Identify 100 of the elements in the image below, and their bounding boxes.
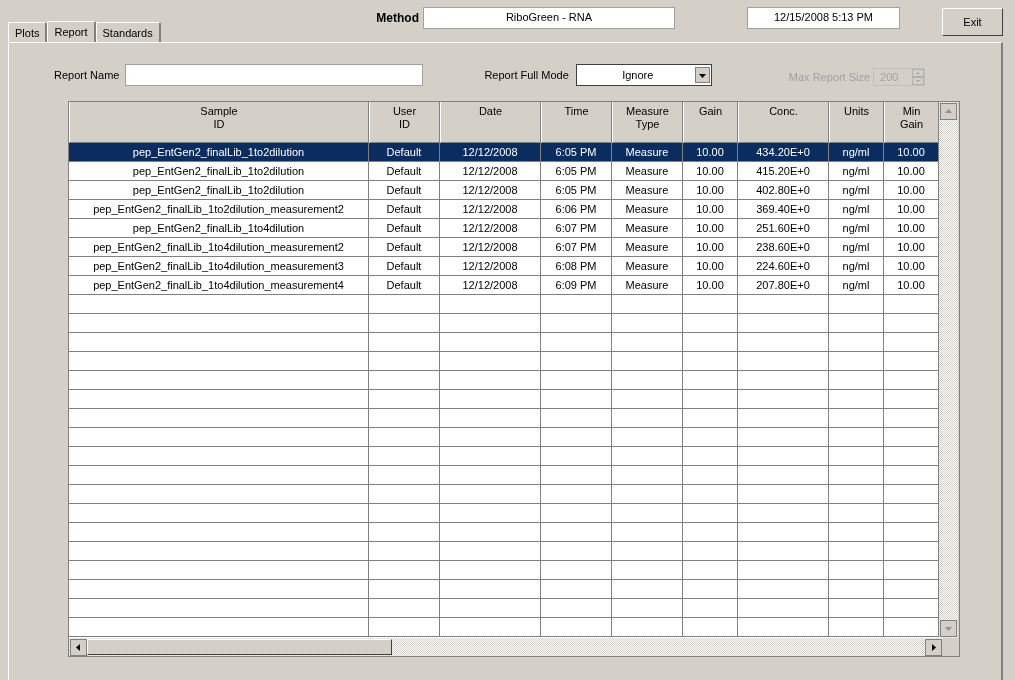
column-header[interactable]: Units [829,102,884,143]
empty-table-cell [829,447,884,466]
table-cell: pep_EntGen2_finalLib_1to2dilution_measurement2 [69,200,369,219]
empty-table-cell [369,504,440,523]
empty-table-cell [369,599,440,618]
empty-table-cell [829,352,884,371]
empty-table-cell [612,561,683,580]
table-cell: 6:07 PM [541,238,612,257]
column-header[interactable]: Measure Type [612,102,683,143]
scroll-up-icon[interactable] [940,103,957,120]
empty-table-cell [369,485,440,504]
empty-table-cell [612,580,683,599]
table-cell: 251.60E+0 [738,219,829,238]
table-row[interactable]: pep_EntGen2_finalLib_1to4dilution Default 12/12/2008 6:07 PM Measure 10.00 251.60E+0 ng/ml 10.00 [69,219,939,238]
table-cell: 224.60E+0 [738,257,829,276]
empty-table-cell [683,390,738,409]
empty-table-cell [541,314,612,333]
empty-table-cell [612,523,683,542]
table-cell: pep_EntGen2_finalLib_1to2dilution [69,143,369,162]
tab[interactable]: Plots [8,22,48,42]
empty-table-cell [541,333,612,352]
table-cell: 6:05 PM [541,181,612,200]
empty-table-cell [369,333,440,352]
empty-table-cell [683,314,738,333]
empty-table-cell [683,599,738,618]
table-cell: 12/12/2008 [440,162,541,181]
column-header[interactable]: Date [440,102,541,143]
table-row[interactable]: pep_EntGen2_finalLib_1to2dilution Default 12/12/2008 6:05 PM Measure 10.00 434.20E+0 ng/ml 10.00 [69,143,939,162]
table-cell: ng/ml [829,219,884,238]
column-header[interactable]: Time [541,102,612,143]
table-cell: Measure [612,257,683,276]
empty-table-cell [612,542,683,561]
empty-table-cell [829,580,884,599]
empty-table-cell [829,295,884,314]
table-row[interactable]: pep_EntGen2_finalLib_1to2dilution Default 12/12/2008 6:05 PM Measure 10.00 402.80E+0 ng/ml 10.00 [69,181,939,200]
scroll-thumb[interactable] [87,639,392,655]
table-cell: Default [369,257,440,276]
empty-table-cell [541,523,612,542]
report-full-mode-dropdown[interactable]: Ignore [575,64,712,86]
table-cell: 10.00 [683,238,738,257]
empty-table-cell [541,390,612,409]
empty-table-cell [541,371,612,390]
table-row[interactable]: pep_EntGen2_finalLib_1to2dilution_measurement2 Default 12/12/2008 6:06 PM Measure 10.00 369.40E+0 ng/ml 10.00 [69,200,939,219]
table-row[interactable]: pep_EntGen2_finalLib_1to4dilution_measurement2 Default 12/12/2008 6:07 PM Measure 10.00 238.60E+0 ng/ml 10.00 [69,238,939,257]
column-header[interactable]: Conc. [738,102,829,143]
empty-table-cell [612,314,683,333]
scroll-left-icon[interactable] [70,638,87,656]
table-cell: Default [369,238,440,257]
column-header[interactable]: Min Gain [884,102,939,143]
table-row[interactable]: pep_EntGen2_finalLib_1to4dilution_measurement3 Default 12/12/2008 6:08 PM Measure 10.00 224.60E+0 ng/ml 10.00 [69,257,939,276]
table-cell: 10.00 [683,143,738,162]
table-cell: Measure [612,219,683,238]
report-name-field[interactable] [125,64,424,86]
empty-table-cell [612,295,683,314]
table-cell: 6:08 PM [541,257,612,276]
table-cell: 415.20E+0 [738,162,829,181]
exit-button[interactable]: Exit [942,8,1003,36]
empty-table-cell [683,428,738,447]
table-cell: 6:07 PM [541,219,612,238]
table-row[interactable]: pep_EntGen2_finalLib_1to2dilution Default 12/12/2008 6:05 PM Measure 10.00 415.20E+0 ng/ml 10.00 [69,162,939,181]
table-cell: ng/ml [829,200,884,219]
scroll-right-icon[interactable] [925,638,942,656]
column-header[interactable]: User ID [369,102,440,143]
tab[interactable]: Report [47,21,96,43]
column-header[interactable]: Sample ID [69,102,369,143]
table-cell: ng/ml [829,181,884,200]
column-header[interactable]: Gain [683,102,738,143]
empty-table-cell [829,390,884,409]
table-cell: 10.00 [683,181,738,200]
table-cell: ng/ml [829,257,884,276]
empty-table-cell [612,409,683,428]
table-cell: pep_EntGen2_finalLib_1to4dilution_measurement3 [69,257,369,276]
table-cell: 12/12/2008 [440,200,541,219]
empty-table-cell [683,352,738,371]
empty-table-cell [829,561,884,580]
table-cell: Default [369,219,440,238]
empty-table-cell [829,333,884,352]
table-cell: ng/ml [829,143,884,162]
table-cell: 12/12/2008 [440,219,541,238]
table-cell: pep_EntGen2_finalLib_1to2dilution [69,162,369,181]
empty-table-cell [612,352,683,371]
empty-table-cell [683,561,738,580]
empty-table-cell [612,371,683,390]
empty-table-cell [612,466,683,485]
table-cell: ng/ml [829,162,884,181]
tab[interactable]: Standards [95,22,161,42]
table-cell: Default [369,181,440,200]
empty-table-cell [541,580,612,599]
table-cell: Measure [612,238,683,257]
table-row[interactable]: pep_EntGen2_finalLib_1to4dilution_measurement4 Default 12/12/2008 6:09 PM Measure 10.00 207.80E+0 ng/ml 10.00 [69,276,939,295]
table-cell: 402.80E+0 [738,181,829,200]
empty-table-cell [612,333,683,352]
empty-table-cell [369,542,440,561]
table-cell: Measure [612,162,683,181]
report-full-mode-label: Report Full Mode [484,69,569,81]
empty-table-cell [369,390,440,409]
empty-table-cell [829,314,884,333]
empty-table-cell [369,314,440,333]
empty-table-cell [829,504,884,523]
empty-table-cell [369,466,440,485]
